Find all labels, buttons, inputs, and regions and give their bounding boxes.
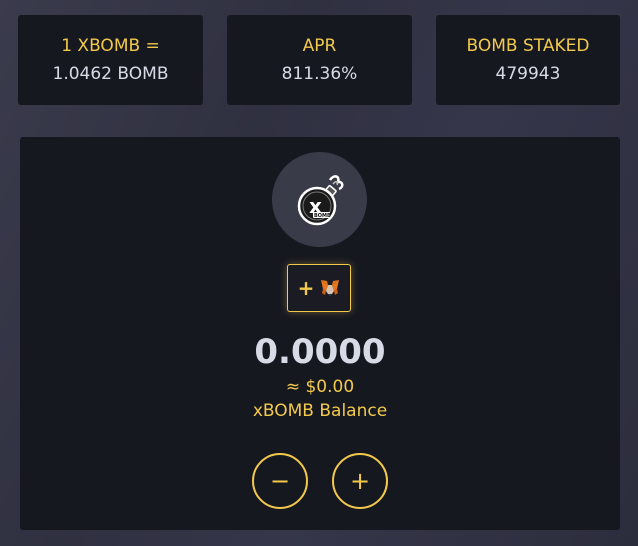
stat-card-exchange-rate: 1 XBOMB = 1.0462 BOMB — [18, 15, 203, 105]
minus-icon: − — [269, 467, 291, 495]
xbomb-balance-value: 0.0000 — [254, 332, 386, 372]
xbomb-balance-label: xBOMB Balance — [252, 401, 388, 421]
plus-icon: + — [349, 467, 371, 495]
xbomb-balance-usd: ≈ $0.00 — [285, 377, 355, 397]
apr-label: APR — [302, 36, 337, 56]
stat-card-apr: APR 811.36% — [227, 15, 412, 105]
bomb-staked-value: 479943 — [495, 64, 561, 84]
xbomb-token-icon: x BOMB — [297, 174, 343, 225]
add-to-metamask-button[interactable]: + — [287, 264, 351, 312]
stat-card-bomb-staked: BOMB STAKED 479943 — [436, 15, 620, 105]
add-plus-label: + — [297, 276, 315, 300]
apr-value: 811.36% — [281, 64, 358, 84]
xbomb-staking-card: x BOMB + 0.0000 ≈ $0.00 xBOMB Balance − … — [20, 137, 620, 530]
withdraw-button[interactable]: − — [252, 453, 308, 509]
svg-text:BOMB: BOMB — [314, 213, 331, 219]
bomb-staked-label: BOMB STAKED — [466, 36, 590, 56]
token-logo-wrap: x BOMB — [272, 152, 367, 247]
stake-button[interactable]: + — [332, 453, 388, 509]
metamask-fox-icon — [321, 280, 340, 296]
exchange-rate-value: 1.0462 BOMB — [52, 64, 169, 84]
exchange-rate-label: 1 XBOMB = — [61, 36, 160, 56]
